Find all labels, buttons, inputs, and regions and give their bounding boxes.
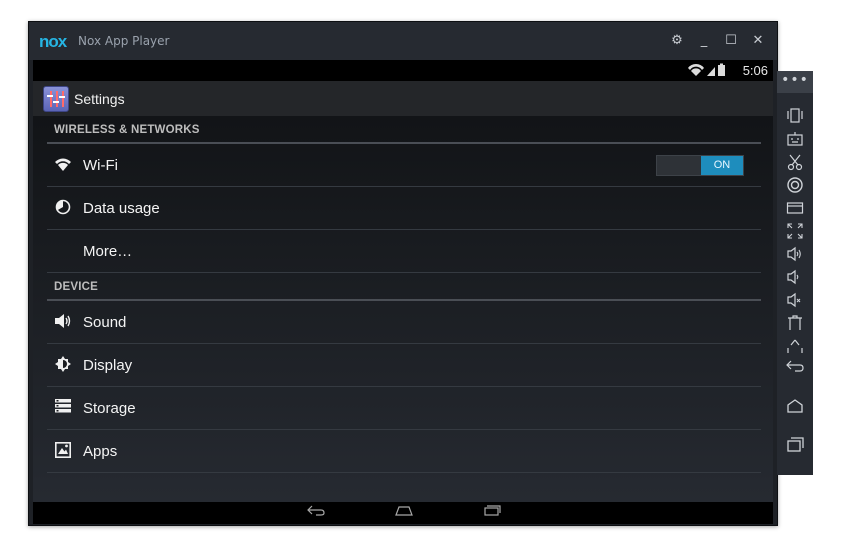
- settings-item-label: Sound: [83, 314, 127, 331]
- title-bar[interactable]: nox Nox App Player ⚙ _ ☐ ✕: [29, 22, 777, 60]
- settings-item-label: Apps: [83, 443, 118, 460]
- settings-list: WIRELESS & NETWORKS Wi-Fi ON Data usage …: [33, 116, 773, 502]
- sound-icon: [54, 313, 72, 331]
- settings-item-apps[interactable]: Apps: [47, 430, 761, 473]
- upload-icon[interactable]: [784, 337, 806, 357]
- settings-item-more[interactable]: More…: [47, 230, 761, 273]
- home-icon[interactable]: [784, 397, 806, 417]
- settings-item-label: Data usage: [83, 200, 160, 217]
- volume-up-icon[interactable]: [784, 245, 806, 265]
- mute-icon[interactable]: [784, 291, 806, 311]
- android-screen: 5:06 Settings WIRELESS & NETWORKS Wi-Fi: [33, 60, 773, 524]
- wifi-icon: [54, 156, 72, 174]
- settings-item-sound[interactable]: Sound: [47, 301, 761, 344]
- data-usage-icon: [54, 199, 72, 217]
- scissors-icon[interactable]: [784, 153, 806, 173]
- settings-item-storage[interactable]: Storage: [47, 387, 761, 430]
- nox-logo: nox: [39, 32, 67, 51]
- minimize-icon[interactable]: _: [693, 31, 715, 51]
- display-icon: [54, 356, 72, 374]
- window-title: Nox App Player: [78, 34, 170, 48]
- action-bar: Settings: [33, 81, 773, 116]
- shake-icon[interactable]: [784, 106, 806, 126]
- wifi-signal-battery-icon: [688, 63, 725, 76]
- keyboard-mapping-icon[interactable]: [784, 130, 806, 150]
- settings-item-wifi[interactable]: Wi-Fi ON: [47, 144, 761, 187]
- status-icons: [687, 63, 727, 80]
- record-icon[interactable]: [784, 176, 806, 196]
- home-icon[interactable]: [389, 504, 419, 522]
- maximize-icon[interactable]: ☐: [720, 31, 742, 51]
- status-bar: 5:06: [33, 60, 773, 81]
- status-time: 5:06: [742, 63, 768, 78]
- clean-icon[interactable]: [784, 314, 806, 334]
- back-icon[interactable]: [301, 504, 331, 522]
- settings-item-label: Wi-Fi: [83, 157, 118, 174]
- section-header-wireless: WIRELESS & NETWORKS: [47, 116, 761, 144]
- settings-item-data-usage[interactable]: Data usage: [47, 187, 761, 230]
- section-header-device: DEVICE: [47, 273, 761, 301]
- toggle-on-label: ON: [701, 156, 743, 175]
- settings-item-label: More…: [83, 243, 133, 260]
- side-toolbar: •••: [777, 71, 813, 475]
- apps-icon: [54, 442, 72, 460]
- wifi-toggle[interactable]: ON: [656, 155, 744, 176]
- storage-icon: [54, 399, 72, 417]
- gear-icon[interactable]: ⚙: [666, 31, 688, 51]
- close-icon[interactable]: ✕: [747, 31, 769, 51]
- settings-item-label: Display: [83, 357, 133, 374]
- settings-item-label: Storage: [83, 400, 136, 417]
- fullscreen-icon[interactable]: [784, 222, 806, 242]
- page-title: Settings: [74, 91, 125, 107]
- android-nav-bar: [33, 502, 773, 524]
- back-icon[interactable]: [784, 357, 806, 377]
- recents-icon[interactable]: [477, 504, 507, 522]
- toolbar-menu-button[interactable]: •••: [777, 71, 813, 93]
- screen-icon[interactable]: [784, 199, 806, 219]
- volume-down-icon[interactable]: [784, 268, 806, 288]
- settings-app-icon[interactable]: [43, 86, 69, 112]
- settings-item-display[interactable]: Display: [47, 344, 761, 387]
- recents-icon[interactable]: [784, 435, 806, 455]
- nox-window: nox Nox App Player ⚙ _ ☐ ✕ 5:06 Settings…: [28, 21, 778, 526]
